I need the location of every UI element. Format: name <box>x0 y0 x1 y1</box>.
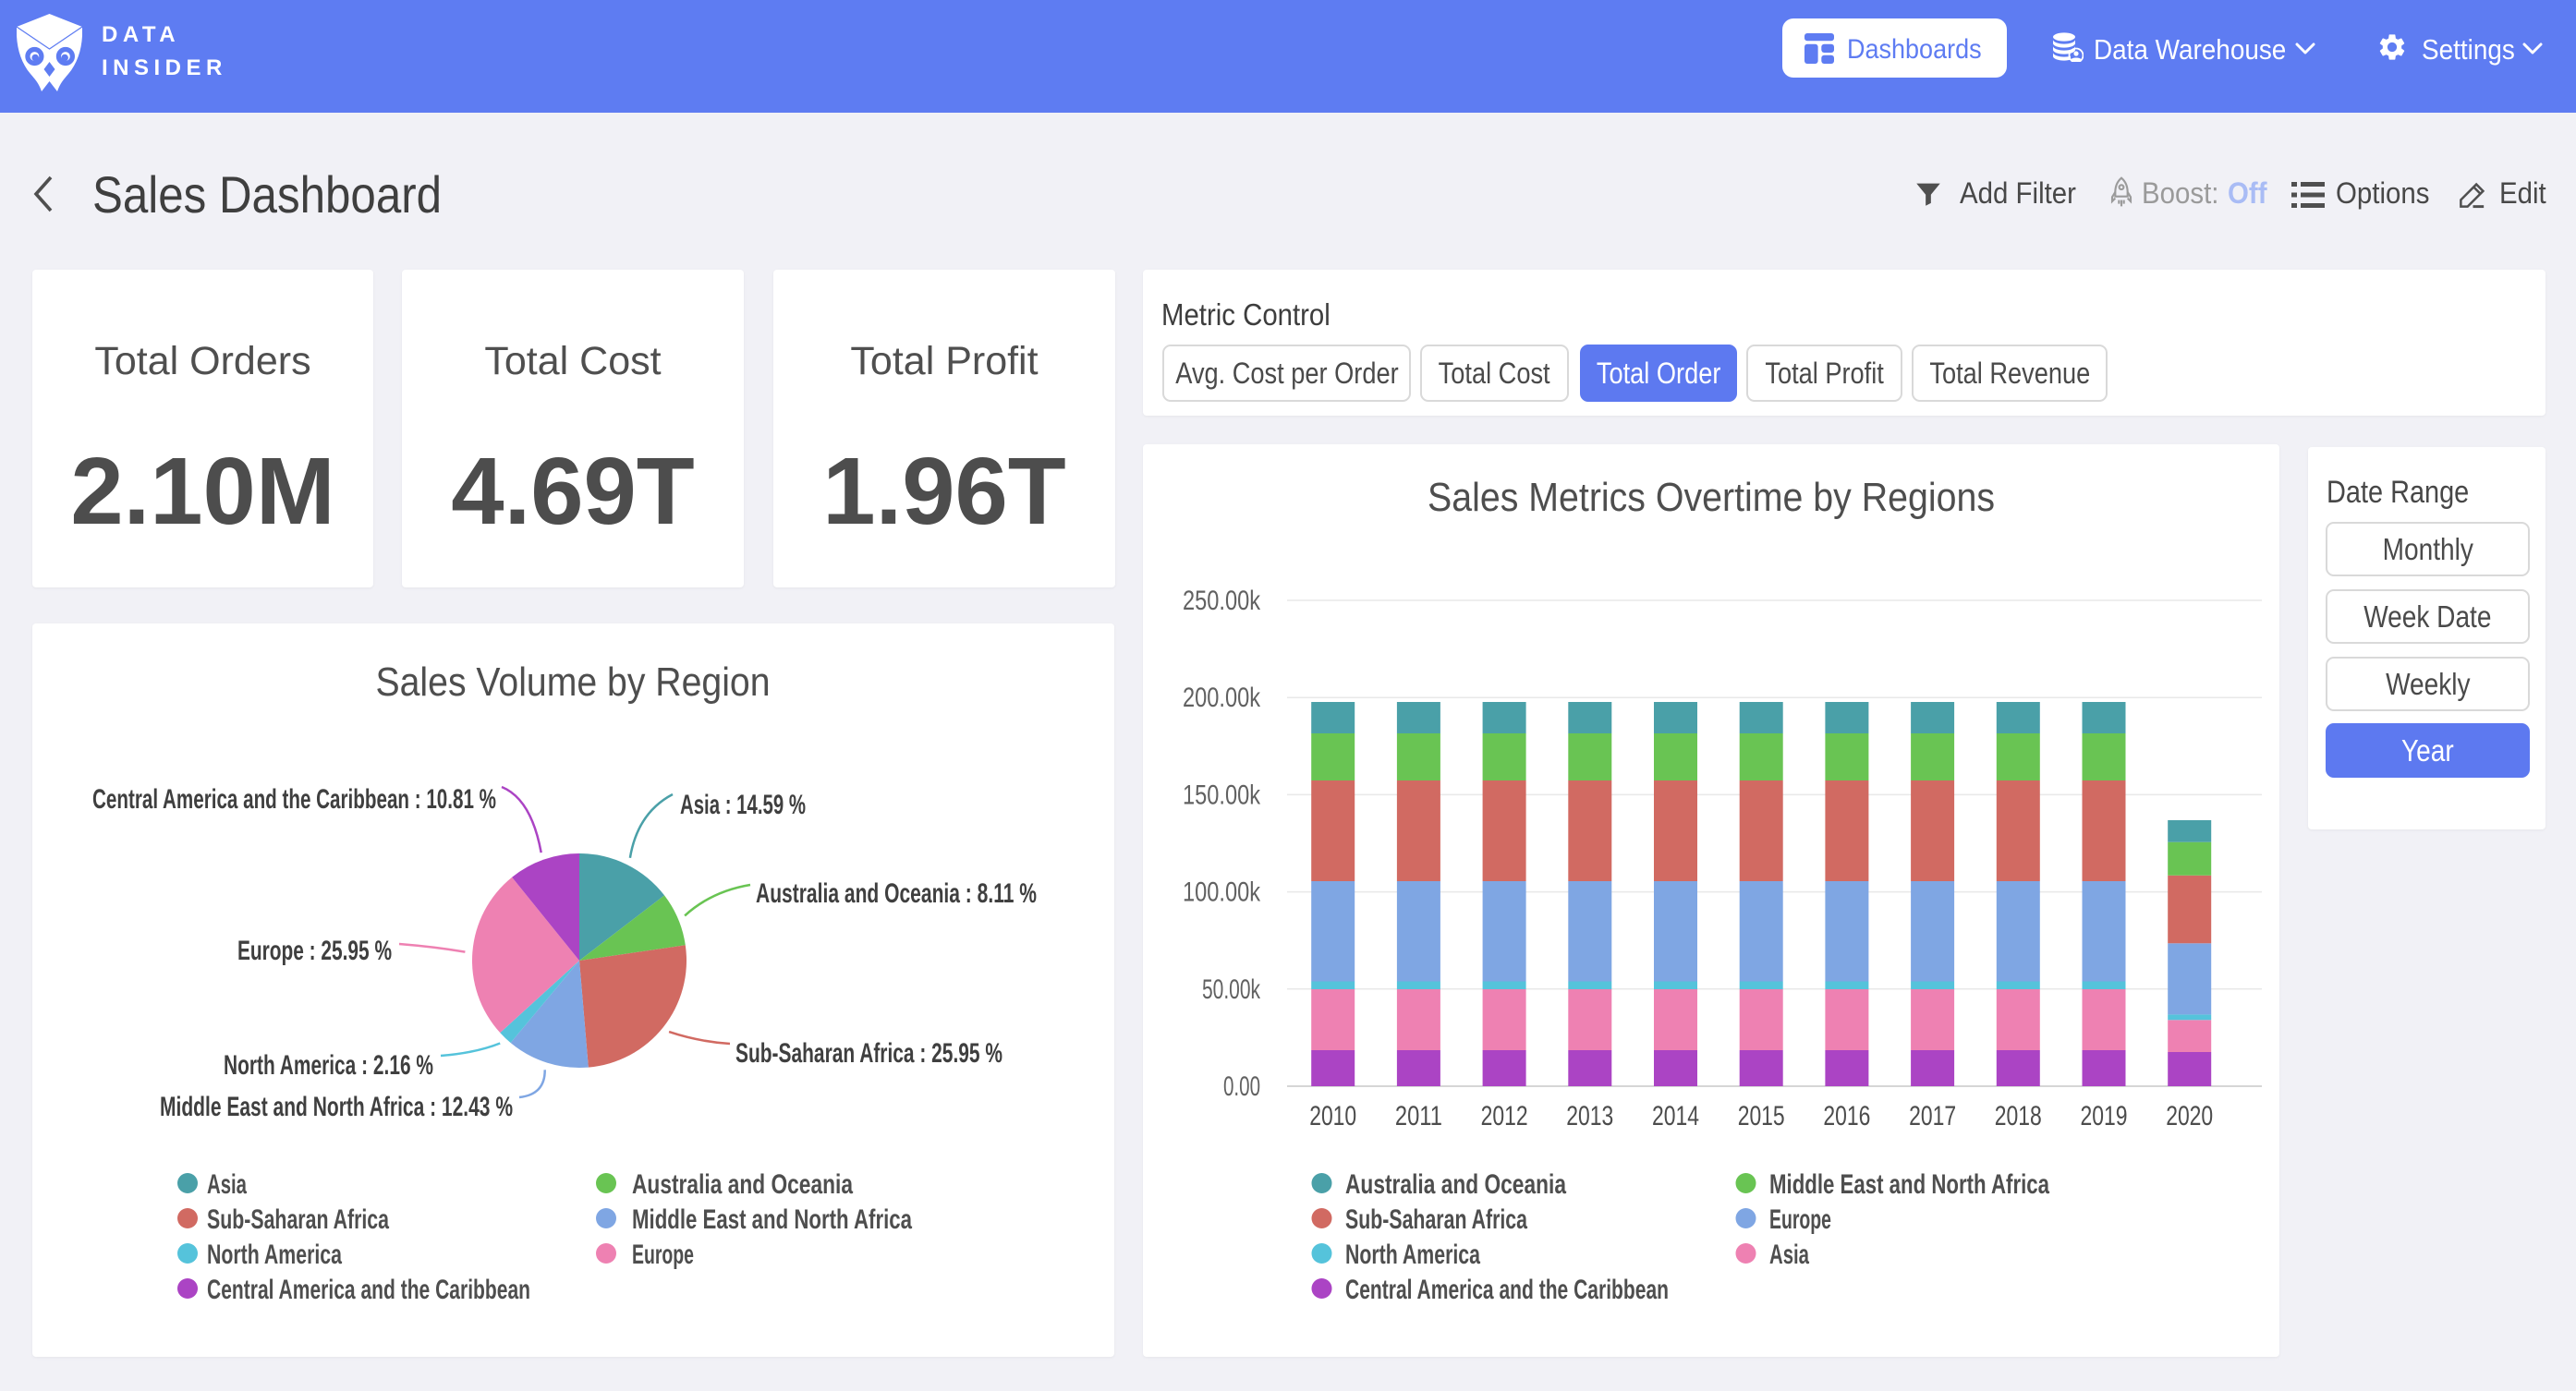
svg-text:North America : 2.16 %: North America : 2.16 % <box>224 1050 433 1081</box>
svg-text:Australia and Oceania : 8.11 %: Australia and Oceania : 8.11 % <box>756 878 1037 909</box>
svg-text:Sales Volume by Region: Sales Volume by Region <box>376 659 771 705</box>
svg-text:200.00k: 200.00k <box>1183 683 1261 713</box>
svg-text:2010: 2010 <box>1309 1101 1356 1131</box>
svg-text:Europe: Europe <box>632 1240 694 1270</box>
svg-text:2011: 2011 <box>1395 1101 1442 1131</box>
svg-text:Middle East and North Africa :: Middle East and North Africa : 12.43 % <box>160 1092 513 1122</box>
svg-text:North America: North America <box>1345 1240 1480 1270</box>
svg-text:Central America and the Caribb: Central America and the Caribbean <box>207 1275 530 1305</box>
svg-text:Europe: Europe <box>1769 1204 1831 1235</box>
svg-text:Asia: Asia <box>207 1169 247 1200</box>
svg-text:2012: 2012 <box>1481 1101 1528 1131</box>
svg-text:150.00k: 150.00k <box>1183 780 1261 810</box>
svg-text:Asia: Asia <box>1769 1240 1809 1270</box>
svg-text:2016: 2016 <box>1823 1101 1870 1131</box>
svg-text:Central America and the Caribb: Central America and the Caribbean <box>1345 1275 1669 1305</box>
svg-text:2019: 2019 <box>2081 1101 2128 1131</box>
svg-text:2015: 2015 <box>1738 1101 1785 1131</box>
svg-text:Middle East and North Africa: Middle East and North Africa <box>632 1204 912 1235</box>
svg-text:Middle East and North Africa: Middle East and North Africa <box>1769 1169 2049 1200</box>
svg-text:2013: 2013 <box>1566 1101 1613 1131</box>
svg-text:100.00k: 100.00k <box>1183 877 1261 908</box>
svg-text:250.00k: 250.00k <box>1183 586 1261 616</box>
svg-text:Sub-Saharan Africa : 25.95 %: Sub-Saharan Africa : 25.95 % <box>735 1038 1002 1069</box>
svg-text:Sales Metrics Overtime by Regi: Sales Metrics Overtime by Regions <box>1428 475 1995 520</box>
svg-text:Central America and the Caribb: Central America and the Caribbean : 10.8… <box>92 784 496 815</box>
svg-text:Sub-Saharan Africa: Sub-Saharan Africa <box>207 1204 389 1235</box>
svg-text:Sub-Saharan Africa: Sub-Saharan Africa <box>1345 1204 1527 1235</box>
svg-text:Europe : 25.95 %: Europe : 25.95 % <box>237 936 392 966</box>
svg-text:2018: 2018 <box>1995 1101 2042 1131</box>
svg-text:50.00k: 50.00k <box>1202 974 1261 1005</box>
svg-text:North America: North America <box>207 1240 342 1270</box>
svg-text:Australia and Oceania: Australia and Oceania <box>632 1169 853 1200</box>
svg-text:Australia and Oceania: Australia and Oceania <box>1345 1169 1566 1200</box>
svg-text:0.00: 0.00 <box>1223 1071 1260 1102</box>
svg-text:Asia : 14.59 %: Asia : 14.59 % <box>680 790 806 820</box>
svg-text:2020: 2020 <box>2166 1101 2213 1131</box>
svg-text:2014: 2014 <box>1652 1101 1699 1131</box>
svg-text:2017: 2017 <box>1909 1101 1956 1131</box>
